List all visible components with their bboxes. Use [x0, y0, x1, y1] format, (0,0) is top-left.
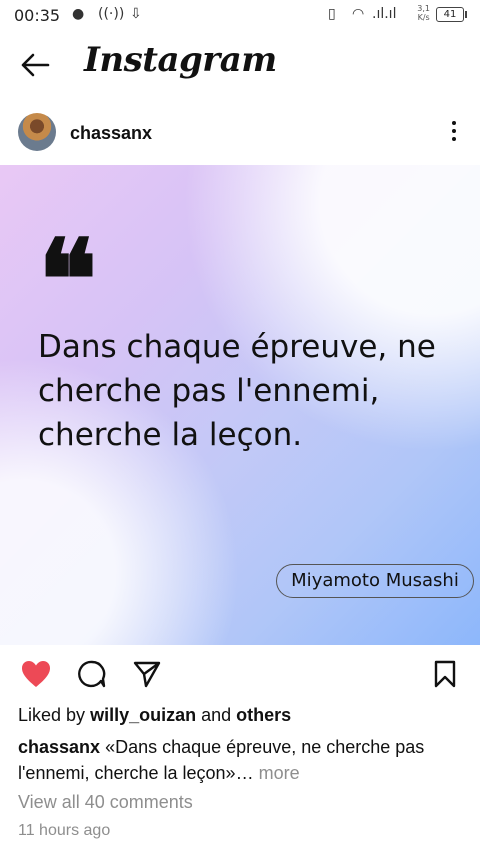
- caption-more-link[interactable]: more: [259, 763, 300, 783]
- save-bookmark-icon[interactable]: [433, 659, 457, 689]
- network-speed-unit: K/s: [417, 13, 430, 22]
- battery-icon: 41: [436, 7, 467, 22]
- wifi-icon: ◠: [352, 6, 365, 22]
- app-title: Instagram: [84, 40, 277, 80]
- post-username[interactable]: chassanx: [70, 123, 152, 144]
- likes-and: and: [201, 705, 232, 725]
- network-speed: 3,1 K/s: [417, 4, 430, 22]
- liked-by-user[interactable]: willy_ouizan: [90, 705, 196, 725]
- like-heart-icon[interactable]: [20, 659, 52, 689]
- post-action-bar: [0, 655, 480, 695]
- network-speed-value: 3,1: [417, 4, 430, 13]
- post-timestamp: 11 hours ago: [18, 822, 111, 839]
- quote-text: Dans chaque épreuve, ne cherche pas l'en…: [38, 329, 436, 453]
- likes-others[interactable]: others: [236, 705, 291, 725]
- caption-username[interactable]: chassanx: [18, 737, 100, 757]
- post-caption: chassanx «Dans chaque épreuve, ne cherch…: [18, 734, 468, 786]
- quote-author: Miyamoto Musashi: [276, 564, 474, 598]
- status-time: 00:35: [14, 6, 61, 25]
- post-image[interactable]: ❝ Dans chaque épreuve, ne cherche pas l'…: [0, 165, 480, 645]
- avatar[interactable]: [18, 113, 56, 151]
- broadcast-icon: ((·)): [98, 6, 125, 22]
- more-options-icon[interactable]: [450, 121, 458, 145]
- back-arrow-icon[interactable]: [18, 50, 52, 80]
- signal-icon: .ıl.ıl: [372, 6, 397, 22]
- quote-mark-icon: ❝: [38, 215, 98, 344]
- post-header: chassanx: [0, 111, 480, 155]
- battery-level: 41: [443, 9, 457, 20]
- comment-icon[interactable]: [77, 659, 107, 689]
- chat-notification-icon: ●: [72, 6, 85, 22]
- share-icon[interactable]: [132, 659, 162, 689]
- status-bar: 00:35 ● ((·)) ⇩ ▯ ◠ .ıl.ıl 3,1 K/s 41: [0, 0, 480, 30]
- vibrate-icon: ▯: [328, 6, 336, 22]
- view-comments-link[interactable]: View all 40 comments: [18, 792, 193, 813]
- likes-prefix: Liked by: [18, 705, 86, 725]
- likes-summary[interactable]: Liked by willy_ouizan and others: [18, 705, 291, 726]
- app-header: Instagram: [0, 40, 480, 90]
- download-icon: ⇩: [130, 6, 142, 22]
